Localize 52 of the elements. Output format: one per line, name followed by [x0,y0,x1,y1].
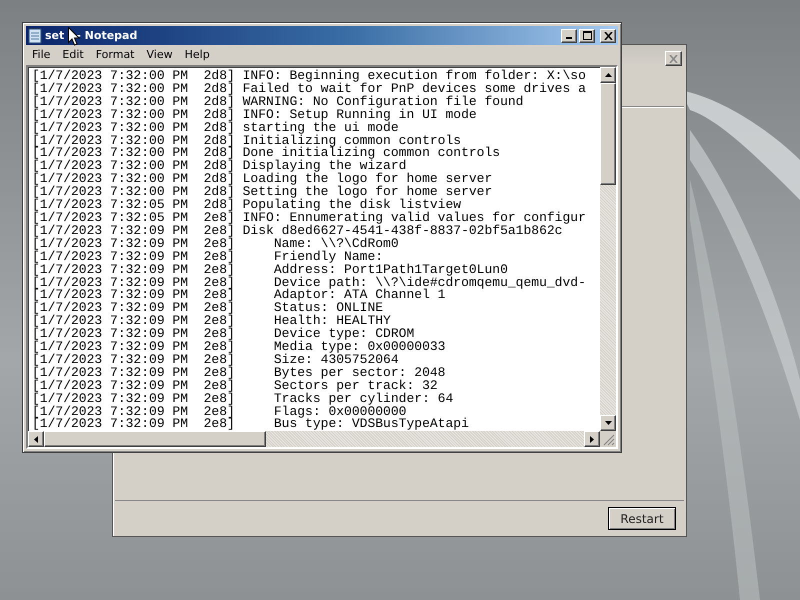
close-button[interactable] [600,28,616,42]
log-line: [1/7/2023 7:32:09 PM 2e8] Address: Port1Path1Target0Lun0 [32,264,508,276]
log-line: [1/7/2023 7:32:09 PM 2e8] Device path: \\?\ide#cdromqemu_qemu_dvd- [32,276,586,290]
horizontal-scrollbar[interactable] [28,431,600,447]
log-line: [1/7/2023 7:32:09 PM 2e8] Disk d8ed6627-4541-438f-8837-02bf5a1b862c [32,224,562,238]
restart-button[interactable]: Restart [608,507,676,530]
log-line: [1/7/2023 7:32:09 PM 2e8] Bytes per sector: 2048 [32,366,446,380]
log-line: [1/7/2023 7:32:00 PM 2d8] Initializing common controls [32,134,462,148]
log-line: [1/7/2023 7:32:09 PM 2e8] Bus type: VDSBusTypeAtapi [32,418,469,431]
menu-item[interactable]: Format [90,48,140,61]
log-line: [1/7/2023 7:32:00 PM 2d8] Displaying the wizard [32,160,406,174]
menu-item[interactable]: Edit [56,48,90,61]
mouse-pointer-icon [68,27,80,46]
close-button[interactable] [665,51,682,66]
notepad-icon [28,28,42,44]
close-icon [604,32,612,40]
menu-item[interactable]: File [26,48,56,61]
log-line: [1/7/2023 7:32:00 PM 2d8] Failed to wait for PnP devices some drives a [32,82,586,96]
log-line: [1/7/2023 7:32:00 PM 2d8] Setting the logo for home server [32,186,492,200]
log-line: [1/7/2023 7:32:09 PM 2e8] Friendly Name: [32,250,384,264]
maximize-icon [582,31,592,40]
menu-item[interactable]: View [140,48,179,61]
log-line: [1/7/2023 7:32:00 PM 2d8] WARNING: No Configuration file found [32,96,524,109]
log-line: [1/7/2023 7:32:09 PM 2e8] Name: \\?\CdRom0 [32,238,399,251]
right-arrow-icon [590,436,594,442]
left-arrow-icon [34,436,38,442]
up-arrow-icon [604,73,612,77]
log-line: [1/7/2023 7:32:09 PM 2e8] Status: ONLINE [32,302,384,316]
log-line: [1/7/2023 7:32:00 PM 2d8] INFO: Setup Running in UI mode [32,108,477,122]
vertical-scrollbar[interactable] [600,67,616,431]
log-line: [1/7/2023 7:32:09 PM 2e8] Flags: 0x00000000 [32,406,406,418]
down-arrow-icon [604,421,612,425]
log-line: [1/7/2023 7:32:00 PM 2d8] Done initializing common controls [32,147,500,160]
log-line: [1/7/2023 7:32:05 PM 2e8] INFO: Ennumerating valid values for configur [32,212,586,225]
log-line: [1/7/2023 7:32:09 PM 2e8] Adaptor: ATA Channel 1 [32,289,446,302]
text-area[interactable] [28,67,600,431]
log-line: [1/7/2023 7:32:09 PM 2e8] Sectors per track: 32 [32,380,438,393]
log-line: [1/7/2023 7:32:00 PM 2d8] Loading the logo for home server [32,173,492,186]
log-line: [1/7/2023 7:32:09 PM 2e8] Size: 4305752064 [32,354,399,367]
maximize-button[interactable] [579,28,595,42]
minimize-button[interactable] [561,28,577,42]
menu-item[interactable]: Help [178,48,216,61]
minimize-icon [566,36,572,38]
log-line: [1/7/2023 7:32:09 PM 2e8] Tracks per cylinder: 64 [32,392,454,406]
log-line: [1/7/2023 7:32:09 PM 2e8] Device type: CDROM [32,328,414,342]
log-line: [1/7/2023 7:32:09 PM 2e8] Media type: 0x00000033 [32,341,446,354]
log-line: [1/7/2023 7:32:00 PM 2d8] starting the ui mode [32,122,399,135]
log-line: [1/7/2023 7:32:09 PM 2e8] Health: HEALTHY [32,315,391,328]
log-line: [1/7/2023 7:32:00 PM 2d8] INFO: Beginning execution from folder: X:\so [32,70,586,83]
window-title: set [45,29,64,42]
log-line: [1/7/2023 7:32:05 PM 2d8] Populating the disk listview [32,199,462,212]
close-icon [669,54,678,62]
